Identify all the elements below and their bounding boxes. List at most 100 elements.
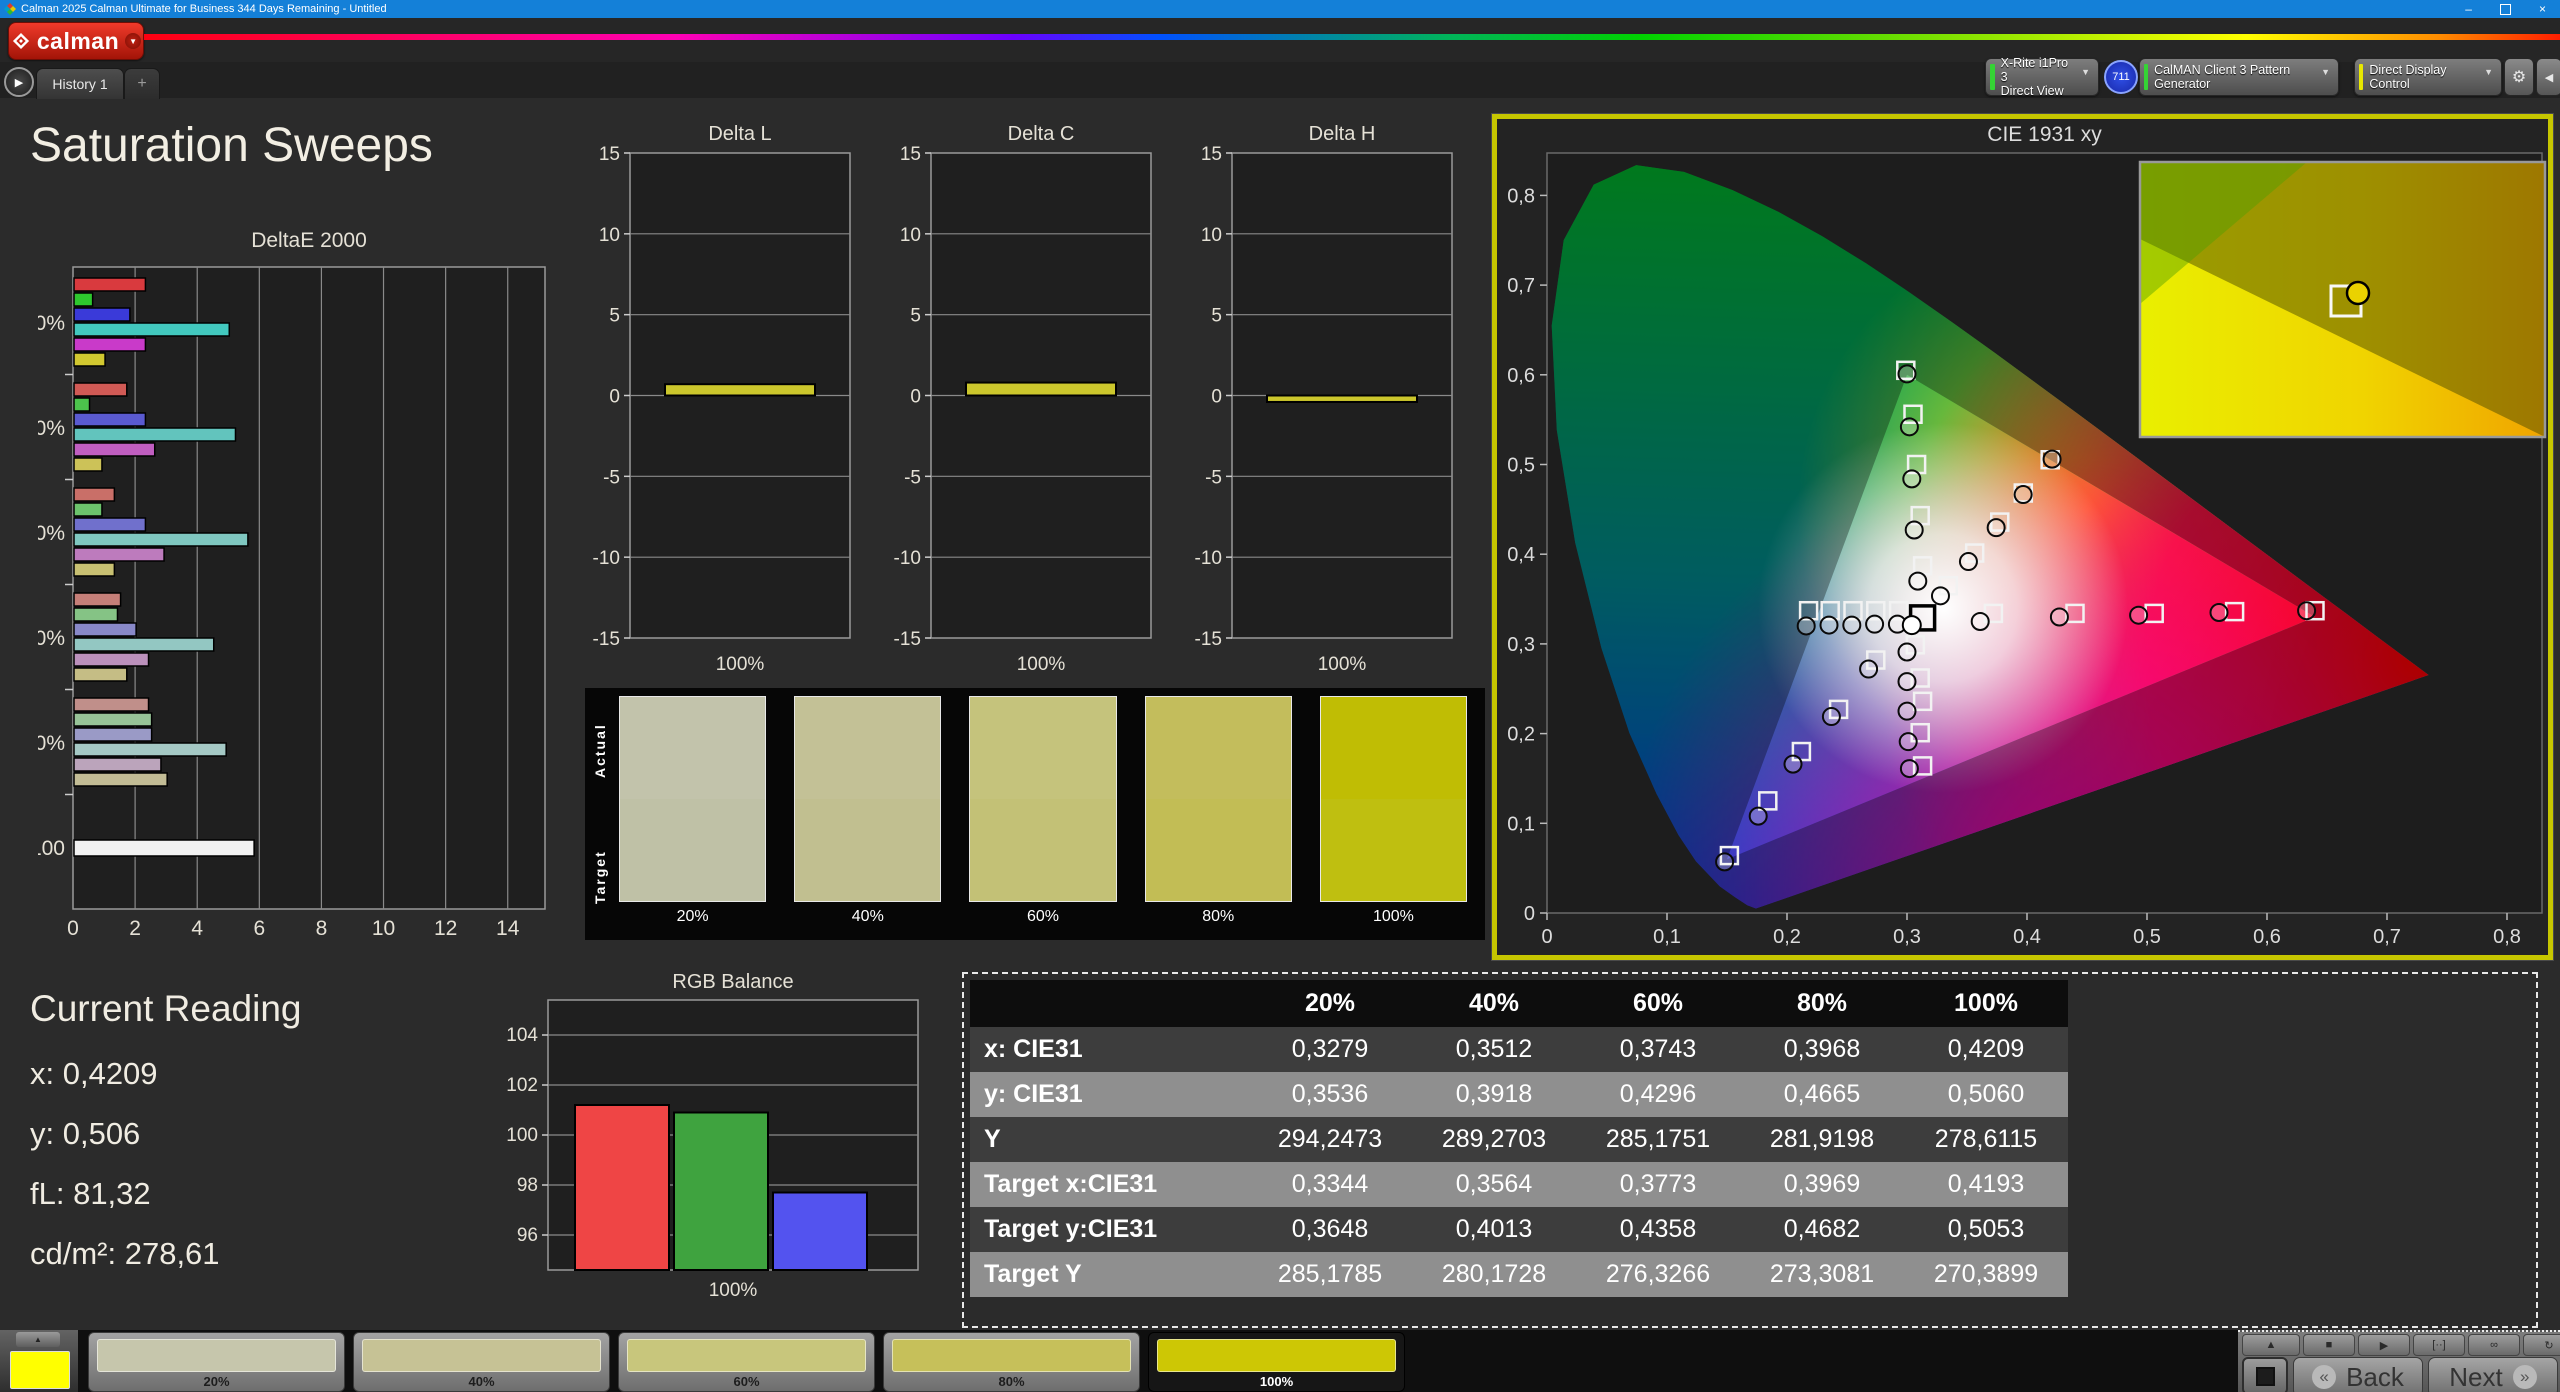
table-cell: 0,3648 [1248, 1207, 1412, 1252]
svg-text:0,7: 0,7 [2373, 926, 2401, 948]
run-button[interactable]: ▶ [4, 67, 34, 97]
deltae-bar-100%-cyan [74, 323, 229, 336]
svg-text:15: 15 [900, 144, 921, 165]
swatch-column-40%: 40% [794, 696, 941, 940]
settings-gear-button[interactable]: ⚙ [2504, 58, 2534, 96]
transport-loop-button[interactable]: ∞ [2468, 1334, 2520, 1356]
deltae-bar-100%-blue [74, 308, 130, 321]
cie-1931-panel[interactable]: CIE 1931 xy00,10,20,30,40,50,60,70,800,1… [1492, 114, 2553, 960]
transport-play-button[interactable]: ▶ [2358, 1334, 2410, 1356]
svg-text:-10: -10 [593, 548, 620, 569]
table-cell: 285,1785 [1248, 1252, 1412, 1297]
deltae-bar-80%-magenta [74, 443, 155, 456]
table-cell: 0,3344 [1248, 1162, 1412, 1207]
pattern-button-80%[interactable]: 80% [883, 1332, 1140, 1392]
pattern-source-button[interactable]: CalMAN Client 3 Pattern Generator ▼ [2139, 58, 2339, 96]
pattern-panel-up-button[interactable]: ▲ [16, 1332, 60, 1347]
rgb-balance-chart: RGB Balance1041021009896100% [500, 972, 930, 1302]
meter-status-bar [1990, 64, 1995, 90]
transport-collapse-button[interactable]: ▲ [2242, 1334, 2300, 1356]
add-tab-button[interactable]: + [124, 68, 160, 99]
pattern-button-60%[interactable]: 60% [618, 1332, 875, 1392]
svg-text:10: 10 [599, 225, 620, 246]
current-pattern-swatch [10, 1351, 70, 1389]
transport-marker-button[interactable]: [··] [2413, 1334, 2465, 1356]
table-row-label: x: CIE31 [970, 1027, 1248, 1072]
table-cell: 0,4209 [1904, 1027, 2068, 1072]
tab-history-1[interactable]: History 1 [36, 68, 124, 99]
measured-circle-blue [1860, 661, 1877, 678]
svg-text:60%: 60% [38, 522, 65, 545]
stop-measure-button[interactable] [2242, 1357, 2288, 1392]
next-button[interactable]: Next » [2428, 1357, 2558, 1392]
rgb-bar-R [575, 1105, 669, 1270]
table-cell: 294,2473 [1248, 1117, 1412, 1162]
table-row-label: Target Y [970, 1252, 1248, 1297]
deltae-bar-20%-magenta [74, 758, 161, 771]
svg-text:4: 4 [191, 917, 203, 937]
pattern-label: 40% [354, 1374, 609, 1389]
table-cell: 280,1728 [1412, 1252, 1576, 1297]
delta-c-chart: Delta C151050-5-10-15100% [881, 122, 1171, 682]
svg-text:-15: -15 [593, 629, 620, 650]
measured-circle-magenta [1899, 643, 1916, 660]
maximize-button[interactable] [2500, 4, 2511, 15]
transport-refresh-button[interactable]: ↻ [2523, 1334, 2560, 1356]
target-swatch-80% [1145, 799, 1292, 902]
calman-logo-text: calman [37, 28, 119, 55]
display-control-button[interactable]: Direct Display Control ▼ [2354, 58, 2502, 96]
calman-menu-button[interactable]: calman ▼ [8, 22, 144, 60]
table-cell: 0,3279 [1248, 1027, 1412, 1072]
svg-text:100%: 100% [709, 1280, 758, 1301]
delta-l-chart: Delta L151050-5-10-15100% [580, 122, 870, 682]
page-title: Saturation Sweeps [30, 118, 433, 173]
pattern-swatch-20% [97, 1339, 336, 1372]
deltae-bar-20%-green [74, 713, 152, 726]
deltae-bar-60%-blue [74, 518, 145, 531]
svg-text:8: 8 [316, 917, 328, 937]
table-header-80%: 80% [1740, 980, 1904, 1027]
measured-circle-yellow [2015, 486, 2032, 503]
minimize-button[interactable]: – [2465, 3, 2472, 15]
deltae-bar-60%-yellow [74, 563, 114, 576]
pattern-button-20%[interactable]: 20% [88, 1332, 345, 1392]
stop-square-icon [2256, 1367, 2275, 1386]
meter-badge[interactable]: 711 [2104, 60, 2138, 94]
transport-stop-button[interactable]: ■ [2303, 1334, 2355, 1356]
table-cell: 0,4296 [1576, 1072, 1740, 1117]
measured-circle-cyan [1798, 617, 1815, 634]
pattern-label: 60% [619, 1374, 874, 1389]
svg-text:15: 15 [1201, 144, 1222, 165]
deltae-bar-60%-magenta [74, 548, 164, 561]
svg-text:-15: -15 [894, 629, 921, 650]
svg-text:96: 96 [517, 1225, 538, 1246]
pattern-button-100%[interactable]: 100% [1148, 1332, 1405, 1392]
measured-circle-yellow [2044, 451, 2061, 468]
deltae-bar-80%-blue [74, 413, 145, 426]
reading-fl: fL: 81,32 [30, 1176, 301, 1212]
back-chevron-icon: « [2312, 1365, 2336, 1389]
actual-swatch-80% [1145, 696, 1292, 799]
pattern-swatch-40% [362, 1339, 601, 1372]
swatch-label: 60% [969, 902, 1116, 926]
svg-text:-15: -15 [1195, 629, 1222, 650]
measured-circle-blue [1716, 853, 1733, 870]
svg-text:10: 10 [900, 225, 921, 246]
svg-text:5: 5 [1211, 306, 1222, 327]
svg-text:102: 102 [506, 1075, 538, 1096]
svg-text:10: 10 [1201, 225, 1222, 246]
source-name: CalMAN Client 3 Pattern Generator [2154, 63, 2313, 91]
svg-text:-10: -10 [1195, 548, 1222, 569]
close-button[interactable]: × [2539, 3, 2546, 15]
measured-circle-cyan [1866, 616, 1883, 633]
cie-inset-zoom [2140, 162, 2545, 437]
pattern-button-40%[interactable]: 40% [353, 1332, 610, 1392]
meter-device-button[interactable]: X-Rite i1Pro 3 Direct View ▼ [1985, 58, 2099, 96]
back-button[interactable]: « Back [2293, 1357, 2423, 1392]
svg-text:0,1: 0,1 [1507, 813, 1535, 835]
collapse-panel-button[interactable]: ◀ [2536, 58, 2560, 96]
svg-text:0,7: 0,7 [1507, 275, 1535, 297]
meter-dropdown-icon: ▼ [2081, 67, 2090, 77]
saturation-data-table: 20%40%60%80%100%x: CIE310,32790,35120,37… [970, 980, 2068, 1297]
measured-circle-green [1903, 470, 1920, 487]
